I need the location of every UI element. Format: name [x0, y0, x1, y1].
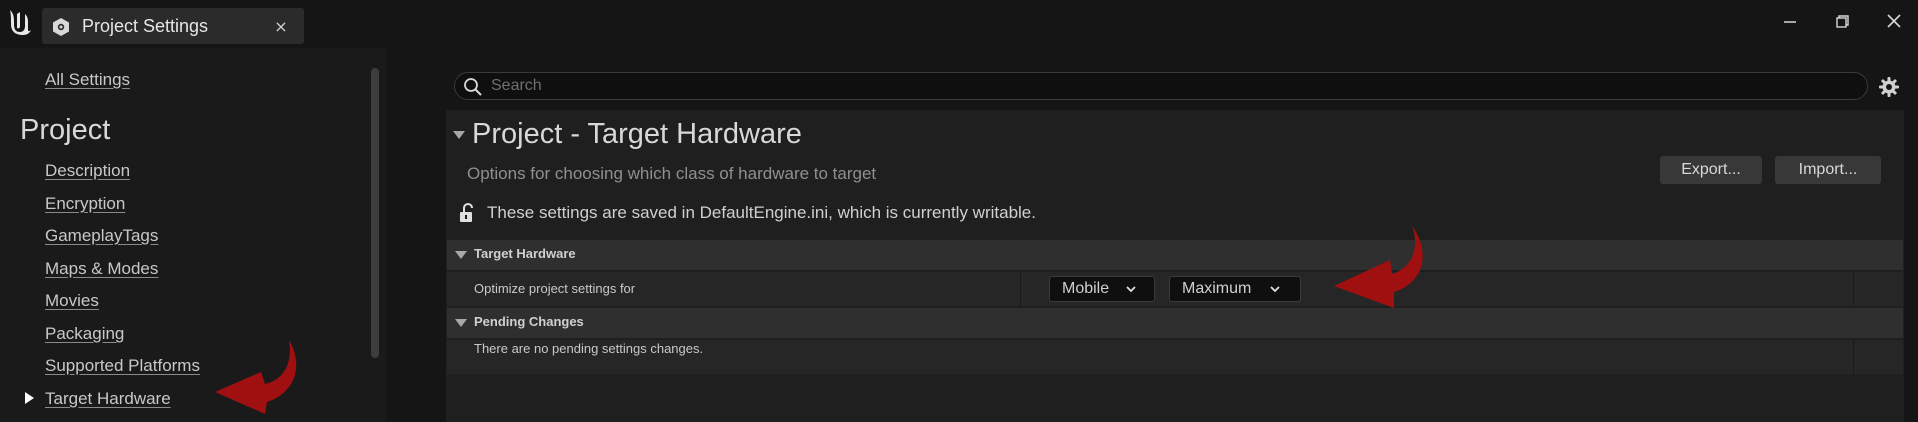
close-icon[interactable]: ×: [270, 16, 292, 38]
search-icon: [464, 78, 482, 96]
platform-value: Mobile: [1062, 280, 1110, 297]
export-button[interactable]: Export...: [1660, 156, 1762, 184]
sidebar-section-project: Project: [20, 114, 111, 146]
page-title: Project - Target Hardware: [472, 118, 802, 150]
sidebar-item-movies[interactable]: Movies: [45, 291, 99, 311]
unlock-icon: [460, 203, 473, 222]
column-divider[interactable]: [1020, 272, 1021, 306]
group-pending-changes[interactable]: Pending Changes: [447, 308, 1903, 338]
triangle-down-icon: [455, 319, 467, 327]
sidebar-item-description[interactable]: Description: [45, 161, 130, 181]
pending-changes-row: There are no pending settings changes.: [447, 340, 1903, 374]
minimize-icon[interactable]: [1776, 10, 1804, 34]
import-button[interactable]: Import...: [1775, 156, 1881, 184]
project-settings-tab[interactable]: Project Settings ×: [42, 8, 304, 44]
column-divider: [1853, 272, 1854, 306]
chevron-down-icon: [1126, 286, 1136, 293]
property-row-optimize: Optimize project settings for Mobile Max…: [447, 272, 1903, 306]
sidebar-scrollbar[interactable]: [371, 68, 379, 358]
search-input[interactable]: [491, 75, 1851, 97]
tab-title: Project Settings: [82, 16, 209, 36]
window-close-icon[interactable]: [1880, 10, 1908, 34]
sidebar-item-supported-platforms[interactable]: Supported Platforms: [45, 356, 200, 376]
quality-dropdown[interactable]: Maximum: [1169, 276, 1301, 302]
settings-tab-icon: [53, 18, 69, 36]
config-saved-notice: These settings are saved in DefaultEngin…: [487, 203, 1036, 222]
gear-icon[interactable]: [1878, 76, 1900, 98]
sidebar-item-target-hardware[interactable]: Target Hardware: [45, 389, 171, 409]
group-target-hardware[interactable]: Target Hardware: [447, 240, 1903, 270]
sidebar-item-encryption[interactable]: Encryption: [45, 194, 125, 214]
annotation-arrow-sidebar: [215, 340, 297, 414]
title-bar: Project Settings ×: [0, 0, 1918, 48]
sidebar-item-gameplaytags[interactable]: GameplayTags: [45, 226, 158, 246]
group-title: Pending Changes: [474, 314, 584, 329]
platform-dropdown[interactable]: Mobile: [1049, 276, 1155, 302]
chevron-down-icon: [1270, 286, 1280, 293]
group-title: Target Hardware: [474, 246, 576, 261]
triangle-right-icon: [25, 392, 34, 404]
search-box[interactable]: [454, 72, 1868, 100]
sidebar-item-maps-modes[interactable]: Maps & Modes: [45, 259, 158, 279]
triangle-down-icon: [455, 251, 467, 259]
column-divider: [1853, 340, 1854, 374]
pending-changes-message: There are no pending settings changes.: [474, 341, 704, 356]
triangle-down-icon[interactable]: [453, 131, 465, 139]
sidebar-item-packaging[interactable]: Packaging: [45, 324, 124, 344]
restore-icon[interactable]: [1828, 10, 1856, 34]
all-settings-link[interactable]: All Settings: [45, 70, 130, 90]
page-subtitle: Options for choosing which class of hard…: [467, 164, 877, 183]
annotation-arrow-dropdowns: [1334, 226, 1423, 308]
panel-divider[interactable]: [386, 48, 414, 422]
unreal-logo-icon[interactable]: [4, 6, 36, 38]
property-label: Optimize project settings for: [474, 281, 636, 296]
quality-value: Maximum: [1182, 280, 1252, 297]
